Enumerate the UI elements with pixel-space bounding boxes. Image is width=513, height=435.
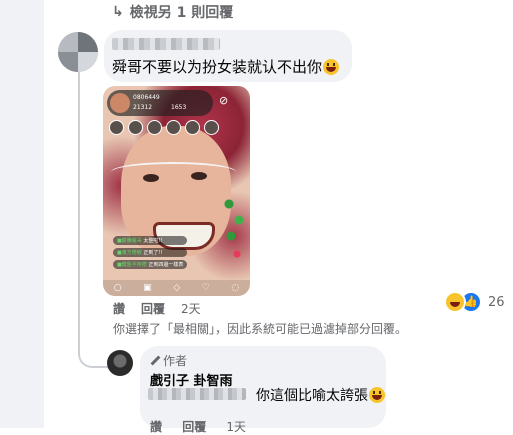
stream-bottom-bar: ○ ▣ ◇ ♡ ◌ [103,280,250,296]
comment-photo[interactable]: 0806449 21312 1653 ⊘ ■龍騰羅哥 太整啦!! ■東方皓敏 正… [103,86,250,296]
view-more-label: 檢視另 1 則回覆 [129,5,234,21]
author-badge: 作者 [150,352,187,369]
laughing-emoji-icon [323,59,340,75]
chat-line: ■東方皓敏 正到了!! [113,248,188,257]
mention-blurred[interactable] [148,388,246,400]
decor-leaves [223,196,247,266]
chat-icon: ○ [113,283,122,293]
nasal-tube [111,162,236,182]
reply-author-name[interactable]: 戲引子 卦智雨 [150,370,233,389]
viewer-avatars [109,120,219,135]
reaction-count: 26 [488,294,505,310]
reaction-summary[interactable]: 👍 26 [444,291,505,313]
reply-button[interactable]: 回覆 [141,300,165,317]
comment-text-row: 舜哥不要以为扮女装就认不出你 [112,56,340,77]
heart-icon: ♡ [201,283,210,293]
laughing-emoji-icon [369,387,385,403]
author-avatar[interactable] [107,350,133,376]
stream-chat: ■龍騰羅哥 太整啦!! ■東方皓敏 正到了!! ■鍵盤手阿德 正到四邊一樣表 [113,236,188,272]
comment-text: 舜哥不要以为扮女装就认不出你 [112,58,323,76]
chat-line: ■龍騰羅哥 太整啦!! [113,236,188,245]
thread-line [78,64,80,294]
commenter-name-blurred[interactable] [112,38,220,50]
gift-icon: ▣ [143,283,152,293]
like-button[interactable]: 讚 [150,420,162,434]
chat-line: ■鍵盤手阿德 正到四邊一樣表 [113,260,188,269]
timestamp[interactable]: 2天 [181,300,201,317]
timestamp[interactable]: 1天 [226,420,246,434]
comment-actions: 讚 回覆 2天 [113,300,201,317]
author-badge-label: 作者 [163,354,188,368]
stream-top-bar: 0806449 21312 1653 [107,90,213,116]
reply-text: 你這個比喻太誇張 [256,388,368,404]
reply-actions: 讚 回覆 1天 [150,418,246,435]
reply-arrow-icon: ↳ [112,4,124,20]
left-gutter [0,0,44,428]
stream-viewers: 21312 [133,104,153,111]
like-button[interactable]: 讚 [113,300,125,317]
share-icon: ◇ [173,283,181,293]
commenter-avatar[interactable] [58,32,98,72]
view-more-replies-link[interactable]: ↳ 檢視另 1 則回覆 [112,2,233,22]
stream-count: 1653 [171,104,187,111]
reply-button[interactable]: 回覆 [182,420,206,434]
filter-notice: 你選擇了「最相關」，因此系統可能已過濾掉部分回覆。 [113,322,408,336]
more-icon: ◌ [231,283,240,293]
stream-close-icon: ⊘ [219,94,229,107]
haha-reaction-icon [444,291,466,313]
pen-icon [150,356,160,366]
stream-id: 0806449 [133,94,160,101]
reply-text-row: 你這個比喻太誇張 [256,385,385,405]
